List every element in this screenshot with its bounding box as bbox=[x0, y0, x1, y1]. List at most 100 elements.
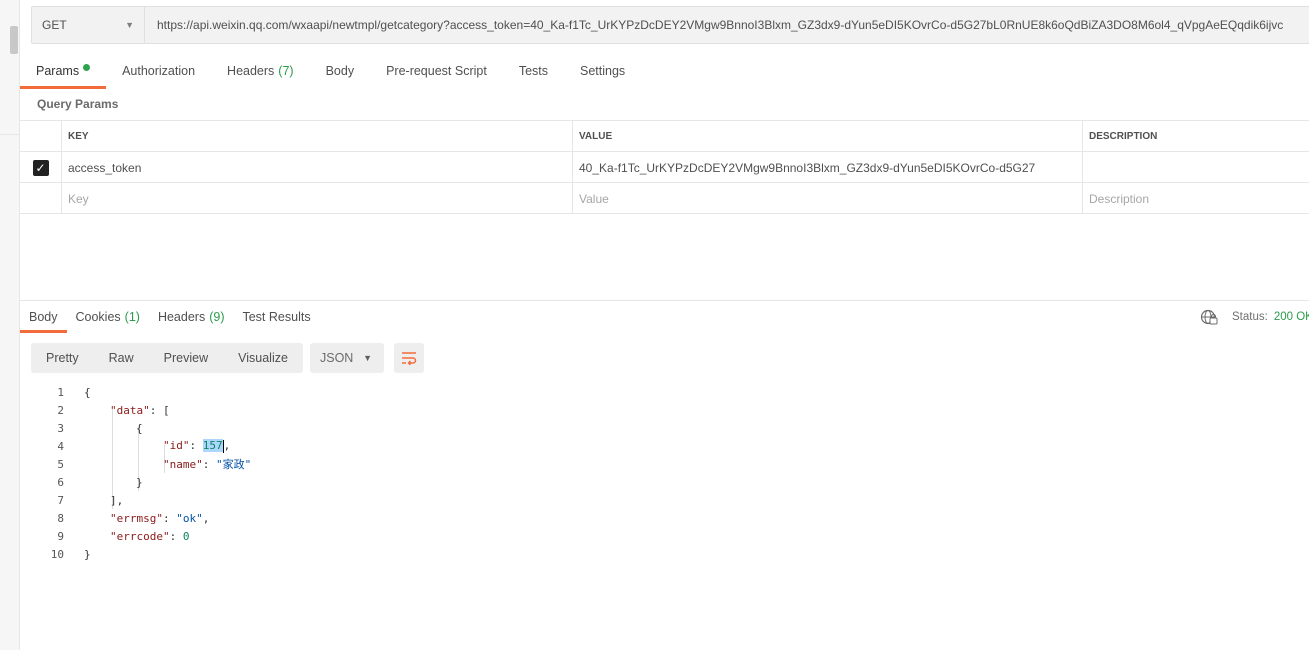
caret-down-icon: ▼ bbox=[363, 353, 372, 363]
code-line: 6 } bbox=[30, 473, 630, 491]
code-token: "name": "家政" bbox=[163, 458, 252, 471]
code-line: 5 "name": "家政" bbox=[30, 455, 630, 473]
params-table: KEY VALUE DESCRIPTION ✓ access_token 40_… bbox=[20, 120, 1309, 214]
tab-label: Test Results bbox=[242, 310, 311, 324]
code-line: 9 "errcode": 0 bbox=[30, 527, 630, 545]
line-number: 5 bbox=[57, 457, 64, 471]
format-select[interactable]: JSON ▼ bbox=[310, 343, 384, 373]
wrap-lines-button[interactable] bbox=[394, 343, 424, 373]
code-token: "errmsg": "ok", bbox=[110, 511, 210, 525]
code-line: 10 } bbox=[30, 545, 630, 563]
response-code-viewer[interactable]: 1 { 2 "data": [ 3 { 4 "id": 157, 5 "name… bbox=[30, 383, 630, 563]
scrollbar-thumb[interactable] bbox=[10, 26, 18, 54]
method-select[interactable]: GET ▼ bbox=[31, 6, 145, 44]
line-number: 3 bbox=[57, 421, 64, 435]
tab-tests[interactable]: Tests bbox=[503, 58, 564, 89]
tab-count: (7) bbox=[278, 64, 294, 78]
line-number: 9 bbox=[57, 529, 64, 543]
tab-label: Authorization bbox=[122, 64, 196, 78]
tab-label: Headers bbox=[227, 64, 275, 78]
line-number: 10 bbox=[50, 547, 64, 561]
tab-label: Body bbox=[325, 64, 355, 78]
code-line: 2 "data": [ bbox=[30, 401, 630, 419]
header-key: KEY bbox=[62, 121, 573, 152]
view-raw-button[interactable]: Raw bbox=[94, 343, 149, 373]
tab-count: (9) bbox=[209, 310, 225, 324]
tab-test-results[interactable]: Test Results bbox=[233, 305, 319, 333]
tab-label: Params bbox=[36, 64, 80, 78]
tab-cookies[interactable]: Cookies (1) bbox=[67, 305, 149, 333]
status-label: Status: bbox=[1232, 311, 1268, 323]
view-visualize-button[interactable]: Visualize bbox=[223, 343, 303, 373]
json-key: "id" bbox=[163, 439, 190, 453]
line-number: 8 bbox=[57, 511, 64, 525]
tab-label: Body bbox=[29, 310, 58, 324]
line-number: 2 bbox=[57, 403, 64, 417]
tab-label: Cookies bbox=[75, 310, 121, 324]
json-number-selected: 157 bbox=[202, 439, 223, 453]
line-number: 7 bbox=[57, 493, 64, 507]
active-dot-icon bbox=[83, 64, 91, 71]
json-key: "name" bbox=[163, 458, 203, 471]
divider bbox=[0, 134, 20, 135]
code-token: "id": 157, bbox=[163, 439, 231, 453]
tab-body[interactable]: Body bbox=[310, 58, 371, 89]
tab-label: Headers bbox=[157, 310, 206, 324]
code-token: "data": [ bbox=[110, 403, 170, 417]
request-tabs: Params Authorization Headers (7) Body Pr… bbox=[20, 58, 641, 89]
tab-params[interactable]: Params bbox=[20, 58, 107, 89]
caret-down-icon: ▼ bbox=[125, 20, 134, 30]
table-header-row: KEY VALUE DESCRIPTION bbox=[20, 121, 1309, 152]
param-key[interactable]: access_token bbox=[62, 152, 573, 183]
param-description[interactable] bbox=[1083, 152, 1309, 183]
tab-authorization[interactable]: Authorization bbox=[106, 58, 211, 89]
sidebar-edge bbox=[0, 0, 20, 650]
response-status: Status: 200 OK bbox=[1200, 309, 1309, 325]
code-line: 4 "id": 157, bbox=[30, 437, 630, 455]
code-token: ], bbox=[110, 493, 124, 507]
row-checkbox-cell: ✓ bbox=[20, 152, 62, 183]
view-pretty-button[interactable]: Pretty bbox=[31, 343, 94, 373]
line-number: 6 bbox=[57, 475, 64, 489]
line-number: 4 bbox=[57, 439, 64, 453]
param-checkbox[interactable]: ✓ bbox=[32, 159, 49, 176]
query-params-heading: Query Params bbox=[37, 97, 119, 111]
url-input[interactable]: https://api.weixin.qq.com/wxaapi/newtmpl… bbox=[145, 6, 1309, 44]
tab-label: Tests bbox=[518, 64, 548, 78]
key-input[interactable]: Key bbox=[62, 183, 573, 214]
json-key: "errmsg" bbox=[110, 511, 163, 525]
header-description: DESCRIPTION bbox=[1089, 131, 1158, 142]
request-bar: GET ▼ https://api.weixin.qq.com/wxaapi/n… bbox=[31, 6, 1309, 44]
tab-headers[interactable]: Headers (7) bbox=[211, 58, 310, 89]
code-token: } bbox=[136, 475, 143, 489]
format-label: JSON bbox=[320, 351, 354, 365]
json-key: "data" bbox=[110, 403, 150, 417]
view-preview-button[interactable]: Preview bbox=[149, 343, 223, 373]
network-globe-icon[interactable] bbox=[1200, 309, 1218, 325]
code-token: "errcode": 0 bbox=[110, 529, 190, 543]
tab-response-headers[interactable]: Headers (9) bbox=[149, 305, 234, 333]
row-checkbox-cell bbox=[20, 183, 62, 214]
description-input[interactable]: Description bbox=[1083, 183, 1309, 214]
json-string: "ok" bbox=[176, 511, 203, 525]
tab-response-body[interactable]: Body bbox=[20, 305, 67, 333]
line-number: 1 bbox=[57, 385, 64, 399]
value-input[interactable]: Value bbox=[573, 183, 1083, 214]
text-cursor bbox=[222, 439, 224, 453]
method-label: GET bbox=[42, 18, 67, 32]
tab-count: (1) bbox=[124, 310, 140, 324]
code-line: 7 ], bbox=[30, 491, 630, 509]
code-token: } bbox=[84, 547, 91, 561]
tab-label: Settings bbox=[580, 64, 626, 78]
tab-settings[interactable]: Settings bbox=[564, 58, 641, 89]
header-checkbox-col bbox=[20, 121, 62, 152]
code-line: 3 { bbox=[30, 419, 630, 437]
tab-label: Pre-request Script bbox=[386, 64, 487, 78]
pane-divider[interactable] bbox=[20, 300, 1309, 301]
code-token: { bbox=[136, 421, 143, 435]
table-row-empty: Key Value Description bbox=[20, 183, 1309, 214]
tab-pre-request-script[interactable]: Pre-request Script bbox=[370, 58, 503, 89]
param-value[interactable]: 40_Ka-f1Tc_UrKYPzDcDEY2VMgw9BnnoI3Blxm_G… bbox=[573, 152, 1083, 183]
view-mode-group: Pretty Raw Preview Visualize bbox=[31, 343, 303, 373]
json-string: "家政" bbox=[216, 458, 252, 471]
